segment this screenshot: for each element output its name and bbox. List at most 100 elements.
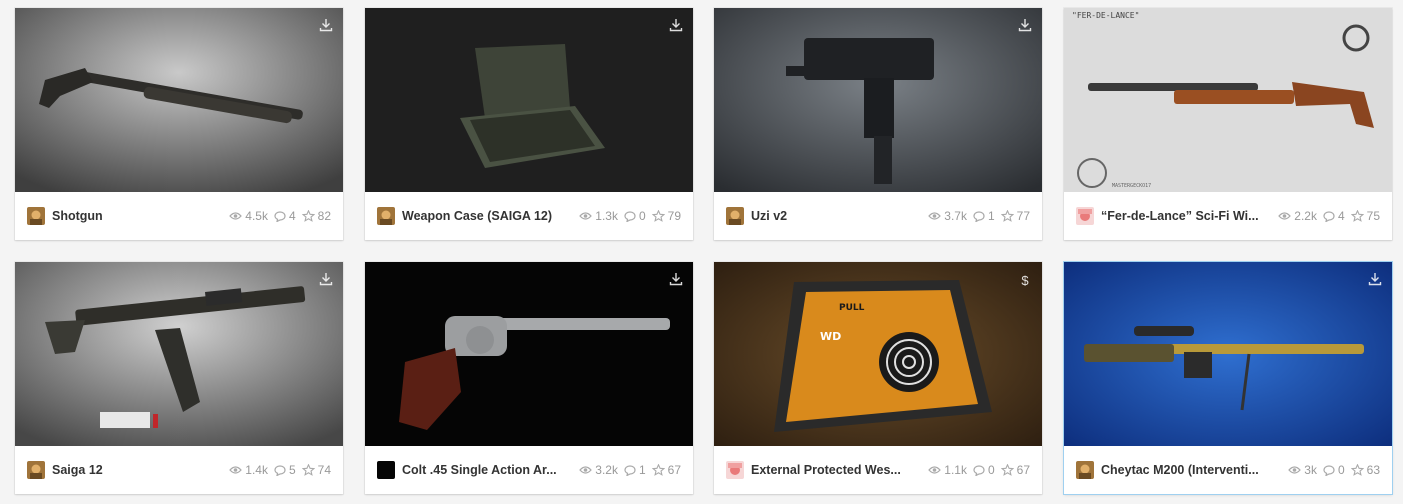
views-stat: 1.3k xyxy=(579,209,618,223)
model-stats: 1.1k 0 67 xyxy=(922,463,1030,477)
download-icon[interactable] xyxy=(667,18,685,36)
comments-count: 0 xyxy=(987,463,995,477)
model-meta: Saiga 12 1.4k 5 74 xyxy=(15,446,343,494)
likes-count: 79 xyxy=(667,209,681,223)
model-stats: 3k 0 63 xyxy=(1282,463,1380,477)
model-card[interactable]: Uzi v2 3.7k 1 77 xyxy=(714,8,1042,240)
avatar[interactable] xyxy=(27,207,45,225)
eye-icon xyxy=(928,466,942,474)
model-card[interactable]: Shotgun 4.5k 4 82 xyxy=(15,8,343,240)
views-count: 3k xyxy=(1304,463,1317,477)
model-thumbnail[interactable] xyxy=(365,262,693,446)
model-thumbnail[interactable] xyxy=(1064,262,1392,446)
star-icon xyxy=(301,464,315,476)
model-thumbnail[interactable]: "FER-DE-LANCE" MASTERGECKO17 xyxy=(1064,8,1392,192)
model-title[interactable]: External Protected Wes... xyxy=(751,463,914,477)
model-title[interactable]: Uzi v2 xyxy=(751,209,914,223)
comment-icon xyxy=(274,464,286,476)
model-card[interactable]: Weapon Case (SAIGA 12) 1.3k 0 79 xyxy=(365,8,693,240)
avatar[interactable] xyxy=(726,461,744,479)
colt-revolver-image xyxy=(365,262,693,446)
likes-stat: 74 xyxy=(301,463,331,477)
likes-stat: 67 xyxy=(651,463,681,477)
model-title[interactable]: Saiga 12 xyxy=(52,463,215,477)
download-icon[interactable] xyxy=(1366,272,1384,290)
comment-icon xyxy=(973,464,985,476)
comment-icon xyxy=(973,210,985,222)
likes-stat: 67 xyxy=(1000,463,1030,477)
eye-icon xyxy=(579,466,593,474)
likes-count: 74 xyxy=(317,463,331,477)
model-meta: Cheytac M200 (Interventi... 3k 0 63 xyxy=(1064,446,1392,494)
model-thumbnail[interactable] xyxy=(365,8,693,192)
dollar-icon[interactable]: $ xyxy=(1016,272,1034,290)
model-title[interactable]: Cheytac M200 (Interventi... xyxy=(1101,463,1274,477)
download-icon[interactable] xyxy=(317,272,335,290)
views-stat: 3.2k xyxy=(579,463,618,477)
views-stat: 3.7k xyxy=(928,209,967,223)
comments-count: 1 xyxy=(638,463,646,477)
views-stat: 1.4k xyxy=(229,463,268,477)
likes-count: 67 xyxy=(667,463,681,477)
model-card[interactable]: Colt .45 Single Action Ar... 3.2k 1 67 xyxy=(365,262,693,494)
model-stats: 4.5k 4 82 xyxy=(223,209,331,223)
fer-de-lance-image: "FER-DE-LANCE" MASTERGECKO17 xyxy=(1064,8,1392,192)
model-meta: Uzi v2 3.7k 1 77 xyxy=(714,192,1042,240)
views-stat: 4.5k xyxy=(229,209,268,223)
model-thumbnail[interactable]: PULL WD $ xyxy=(714,262,1042,446)
comments-stat: 0 xyxy=(973,463,995,477)
avatar[interactable] xyxy=(27,461,45,479)
eye-icon xyxy=(1288,466,1302,474)
likes-count: 67 xyxy=(1016,463,1030,477)
model-card[interactable]: Saiga 12 1.4k 5 74 xyxy=(15,262,343,494)
external-drive-image: PULL WD xyxy=(714,262,1042,446)
download-icon[interactable] xyxy=(1016,18,1034,36)
cheytac-rifle-image xyxy=(1064,262,1392,446)
views-count: 1.4k xyxy=(245,463,268,477)
eye-icon xyxy=(1278,212,1292,220)
avatar[interactable] xyxy=(726,207,744,225)
model-title[interactable]: Weapon Case (SAIGA 12) xyxy=(402,209,565,223)
eye-icon xyxy=(579,212,593,220)
model-stats: 1.3k 0 79 xyxy=(573,209,681,223)
likes-count: 63 xyxy=(1366,463,1380,477)
uzi-image xyxy=(714,8,1042,192)
star-icon xyxy=(1000,210,1014,222)
avatar[interactable] xyxy=(377,207,395,225)
comments-stat: 0 xyxy=(624,209,646,223)
comments-stat: 5 xyxy=(274,463,296,477)
model-meta: Weapon Case (SAIGA 12) 1.3k 0 79 xyxy=(365,192,693,240)
model-card[interactable]: Cheytac M200 (Interventi... 3k 0 63 xyxy=(1064,262,1392,494)
model-thumbnail[interactable] xyxy=(15,8,343,192)
star-icon xyxy=(1000,464,1014,476)
model-thumbnail[interactable] xyxy=(714,8,1042,192)
avatar[interactable] xyxy=(377,461,395,479)
model-stats: 3.7k 1 77 xyxy=(922,209,1030,223)
model-card[interactable]: "FER-DE-LANCE" MASTERGECKO17 “Fer-de-Lan… xyxy=(1064,8,1392,240)
download-icon[interactable] xyxy=(317,18,335,36)
model-thumbnail[interactable] xyxy=(15,262,343,446)
likes-stat: 75 xyxy=(1350,209,1380,223)
download-icon[interactable] xyxy=(667,272,685,290)
likes-stat: 79 xyxy=(651,209,681,223)
comments-stat: 4 xyxy=(1323,209,1345,223)
comments-count: 0 xyxy=(638,209,646,223)
model-card[interactable]: PULL WD $ External Protected Wes... 1.1k… xyxy=(714,262,1042,494)
likes-stat: 82 xyxy=(301,209,331,223)
views-stat: 1.1k xyxy=(928,463,967,477)
comment-icon xyxy=(274,210,286,222)
model-stats: 1.4k 5 74 xyxy=(223,463,331,477)
model-title[interactable]: “Fer-de-Lance” Sci-Fi Wi... xyxy=(1101,209,1264,223)
art-credit-text: MASTERGECKO17 xyxy=(1112,183,1151,189)
comments-count: 4 xyxy=(1337,209,1345,223)
shotgun-image xyxy=(15,8,343,192)
views-count: 2.2k xyxy=(1294,209,1317,223)
model-title[interactable]: Shotgun xyxy=(52,209,215,223)
avatar[interactable] xyxy=(1076,207,1094,225)
model-title[interactable]: Colt .45 Single Action Ar... xyxy=(402,463,565,477)
art-pull-text: PULL xyxy=(839,303,865,313)
avatar[interactable] xyxy=(1076,461,1094,479)
comments-stat: 4 xyxy=(274,209,296,223)
comments-count: 5 xyxy=(288,463,296,477)
model-stats: 2.2k 4 75 xyxy=(1272,209,1380,223)
